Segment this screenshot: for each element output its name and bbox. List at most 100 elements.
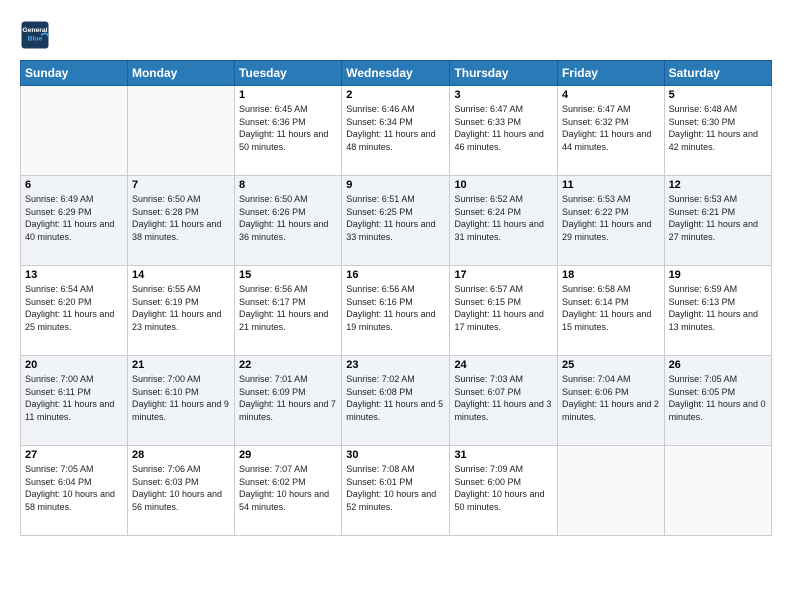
column-header-monday: Monday (127, 61, 234, 86)
day-number: 12 (669, 179, 767, 191)
day-info: Sunrise: 7:03 AM Sunset: 6:07 PM Dayligh… (454, 373, 553, 423)
day-number: 20 (25, 359, 123, 371)
column-header-sunday: Sunday (21, 61, 128, 86)
day-number: 31 (454, 449, 553, 461)
calendar-cell: 8Sunrise: 6:50 AM Sunset: 6:26 PM Daylig… (235, 176, 342, 266)
day-number: 7 (132, 179, 230, 191)
day-info: Sunrise: 7:09 AM Sunset: 6:00 PM Dayligh… (454, 463, 553, 513)
day-info: Sunrise: 6:49 AM Sunset: 6:29 PM Dayligh… (25, 193, 123, 243)
day-info: Sunrise: 7:00 AM Sunset: 6:10 PM Dayligh… (132, 373, 230, 423)
day-info: Sunrise: 6:57 AM Sunset: 6:15 PM Dayligh… (454, 283, 553, 333)
calendar-cell: 25 Sunrise: 7:04 AM Sunset: 6:06 PM Dayli… (557, 356, 664, 446)
day-info: Sunrise: 7:07 AM Sunset: 6:02 PM Dayligh… (239, 463, 337, 513)
day-info: Sunrise: 6:56 AM Sunset: 6:17 PM Dayligh… (239, 283, 337, 333)
day-info: Sunrise: 6:51 AM Sunset: 6:25 PM Dayligh… (346, 193, 445, 243)
day-info: Sunrise: 6:54 AM Sunset: 6:20 PM Dayligh… (25, 283, 123, 333)
day-number: 28 (132, 449, 230, 461)
calendar-cell: 10 Sunrise: 6:52 AM Sunset: 6:24 PM Dayli… (450, 176, 558, 266)
day-number: 30 (346, 449, 445, 461)
day-info: Sunrise: 7:02 AM Sunset: 6:08 PM Dayligh… (346, 373, 445, 423)
day-number: 25 (562, 359, 660, 371)
day-info: Sunrise: 6:52 AM Sunset: 6:24 PM Dayligh… (454, 193, 553, 243)
day-number: 24 (454, 359, 553, 371)
day-info: Sunrise: 7:05 AM Sunset: 6:05 PM Dayligh… (669, 373, 767, 423)
day-info: Sunrise: 6:47 AM Sunset: 6:32 PM Dayligh… (562, 103, 660, 153)
calendar-cell: 17 Sunrise: 6:57 AM Sunset: 6:15 PM Dayli… (450, 266, 558, 356)
calendar-cell: 31 Sunrise: 7:09 AM Sunset: 6:00 PM Dayli… (450, 446, 558, 536)
svg-text:Blue: Blue (28, 35, 43, 42)
day-number: 19 (669, 269, 767, 281)
day-info: Sunrise: 6:58 AM Sunset: 6:14 PM Dayligh… (562, 283, 660, 333)
week-row-2: 6 Sunrise: 6:49 AM Sunset: 6:29 PM Daylig… (21, 176, 772, 266)
day-info: Sunrise: 7:00 AM Sunset: 6:11 PM Dayligh… (25, 373, 123, 423)
calendar-cell: 21 Sunrise: 7:00 AM Sunset: 6:10 PM Dayli… (127, 356, 234, 446)
day-info: Sunrise: 6:47 AM Sunset: 6:33 PM Dayligh… (454, 103, 553, 153)
calendar-cell (127, 86, 234, 176)
calendar-table: SundayMondayTuesdayWednesdayThursdayFrid… (20, 60, 772, 536)
day-number: 13 (25, 269, 123, 281)
week-row-3: 13 Sunrise: 6:54 AM Sunset: 6:20 PM Dayli… (21, 266, 772, 356)
day-info: Sunrise: 6:50 AM Sunset: 6:28 PM Dayligh… (132, 193, 230, 243)
calendar-cell: 18 Sunrise: 6:58 AM Sunset: 6:14 PM Dayli… (557, 266, 664, 356)
calendar-cell: 4Sunrise: 6:47 AM Sunset: 6:32 PM Daylig… (557, 86, 664, 176)
day-number: 22 (239, 359, 337, 371)
day-number: 2 (346, 89, 445, 101)
calendar-cell (557, 446, 664, 536)
day-info: Sunrise: 7:05 AM Sunset: 6:04 PM Dayligh… (25, 463, 123, 513)
calendar-cell: 16 Sunrise: 6:56 AM Sunset: 6:16 PM Dayli… (342, 266, 450, 356)
column-header-wednesday: Wednesday (342, 61, 450, 86)
day-number: 21 (132, 359, 230, 371)
day-info: Sunrise: 6:48 AM Sunset: 6:30 PM Dayligh… (669, 103, 767, 153)
calendar-cell: 23 Sunrise: 7:02 AM Sunset: 6:08 PM Dayli… (342, 356, 450, 446)
day-number: 14 (132, 269, 230, 281)
calendar-cell (664, 446, 771, 536)
calendar-cell: 11Sunrise: 6:53 AM Sunset: 6:22 PM Dayli… (557, 176, 664, 266)
calendar-cell: 28 Sunrise: 7:06 AM Sunset: 6:03 PM Dayli… (127, 446, 234, 536)
day-number: 1 (239, 89, 337, 101)
day-info: Sunrise: 6:53 AM Sunset: 6:22 PM Dayligh… (562, 193, 660, 243)
calendar-cell: 6 Sunrise: 6:49 AM Sunset: 6:29 PM Daylig… (21, 176, 128, 266)
day-info: Sunrise: 6:45 AM Sunset: 6:36 PM Dayligh… (239, 103, 337, 153)
day-number: 16 (346, 269, 445, 281)
week-row-1: 1 Sunrise: 6:45 AM Sunset: 6:36 PM Daylig… (21, 86, 772, 176)
calendar-cell: 29 Sunrise: 7:07 AM Sunset: 6:02 PM Dayli… (235, 446, 342, 536)
day-number: 29 (239, 449, 337, 461)
day-info: Sunrise: 6:50 AM Sunset: 6:26 PM Dayligh… (239, 193, 337, 243)
day-number: 26 (669, 359, 767, 371)
logo-icon: General Blue (20, 20, 50, 50)
calendar-cell: 5 Sunrise: 6:48 AM Sunset: 6:30 PM Daylig… (664, 86, 771, 176)
day-number: 17 (454, 269, 553, 281)
day-number: 15 (239, 269, 337, 281)
day-info: Sunrise: 7:08 AM Sunset: 6:01 PM Dayligh… (346, 463, 445, 513)
day-number: 9 (346, 179, 445, 191)
calendar-cell: 15 Sunrise: 6:56 AM Sunset: 6:17 PM Dayli… (235, 266, 342, 356)
week-row-5: 27 Sunrise: 7:05 AM Sunset: 6:04 PM Dayli… (21, 446, 772, 536)
day-number: 10 (454, 179, 553, 191)
calendar-cell: 24 Sunrise: 7:03 AM Sunset: 6:07 PM Dayli… (450, 356, 558, 446)
day-info: Sunrise: 6:55 AM Sunset: 6:19 PM Dayligh… (132, 283, 230, 333)
column-header-tuesday: Tuesday (235, 61, 342, 86)
day-number: 27 (25, 449, 123, 461)
calendar-cell: 1 Sunrise: 6:45 AM Sunset: 6:36 PM Daylig… (235, 86, 342, 176)
column-header-thursday: Thursday (450, 61, 558, 86)
week-row-4: 20 Sunrise: 7:00 AM Sunset: 6:11 PM Dayli… (21, 356, 772, 446)
day-number: 5 (669, 89, 767, 101)
day-number: 23 (346, 359, 445, 371)
day-info: Sunrise: 7:06 AM Sunset: 6:03 PM Dayligh… (132, 463, 230, 513)
calendar-cell: 2 Sunrise: 6:46 AM Sunset: 6:34 PM Daylig… (342, 86, 450, 176)
day-info: Sunrise: 6:56 AM Sunset: 6:16 PM Dayligh… (346, 283, 445, 333)
day-info: Sunrise: 6:46 AM Sunset: 6:34 PM Dayligh… (346, 103, 445, 153)
day-info: Sunrise: 7:04 AM Sunset: 6:06 PM Dayligh… (562, 373, 660, 423)
calendar-cell: 26 Sunrise: 7:05 AM Sunset: 6:05 PM Dayli… (664, 356, 771, 446)
header-row: SundayMondayTuesdayWednesdayThursdayFrid… (21, 61, 772, 86)
day-number: 18 (562, 269, 660, 281)
calendar-cell (21, 86, 128, 176)
day-number: 3 (454, 89, 553, 101)
calendar-cell: 20 Sunrise: 7:00 AM Sunset: 6:11 PM Dayli… (21, 356, 128, 446)
calendar-cell: 30 Sunrise: 7:08 AM Sunset: 6:01 PM Dayli… (342, 446, 450, 536)
calendar-cell: 9 Sunrise: 6:51 AM Sunset: 6:25 PM Daylig… (342, 176, 450, 266)
day-info: Sunrise: 6:59 AM Sunset: 6:13 PM Dayligh… (669, 283, 767, 333)
column-header-saturday: Saturday (664, 61, 771, 86)
calendar-cell: 19 Sunrise: 6:59 AM Sunset: 6:13 PM Dayli… (664, 266, 771, 356)
day-number: 6 (25, 179, 123, 191)
